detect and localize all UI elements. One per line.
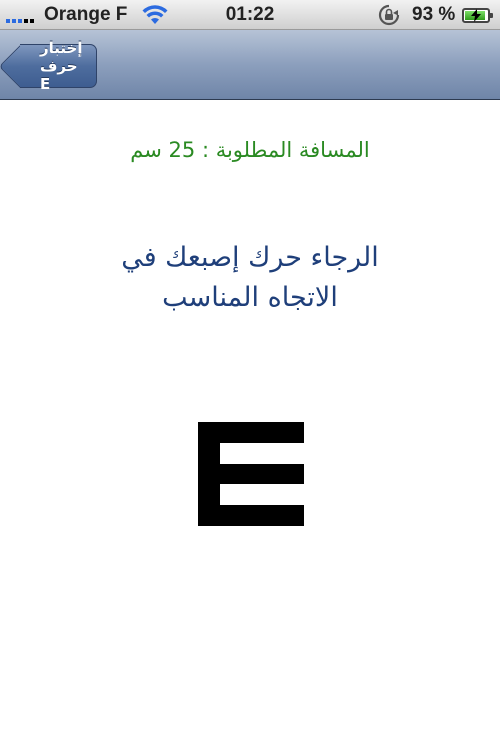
e-bottom-bar (198, 505, 304, 526)
back-button-label: إختبار حرف E (40, 39, 83, 93)
back-button[interactable]: إختبار حرف E (20, 39, 98, 93)
navigation-bar: إختبار حرف E (0, 30, 500, 100)
battery-charging-icon (462, 8, 493, 23)
e-middle-bar (198, 464, 304, 484)
optotype-e-letter[interactable] (198, 422, 304, 526)
required-distance-label: المسافة المطلوبة : 25 سم (130, 138, 370, 162)
e-top-bar (198, 422, 304, 443)
status-bar: Orange F 01:22 93 % (0, 0, 500, 30)
charging-bolt-icon (471, 9, 481, 22)
instruction-text: الرجاء حرك إصبعك في الاتجاه المناسب (121, 242, 379, 313)
battery-percent: 93 % (412, 4, 456, 25)
rotation-lock-icon (378, 4, 400, 26)
